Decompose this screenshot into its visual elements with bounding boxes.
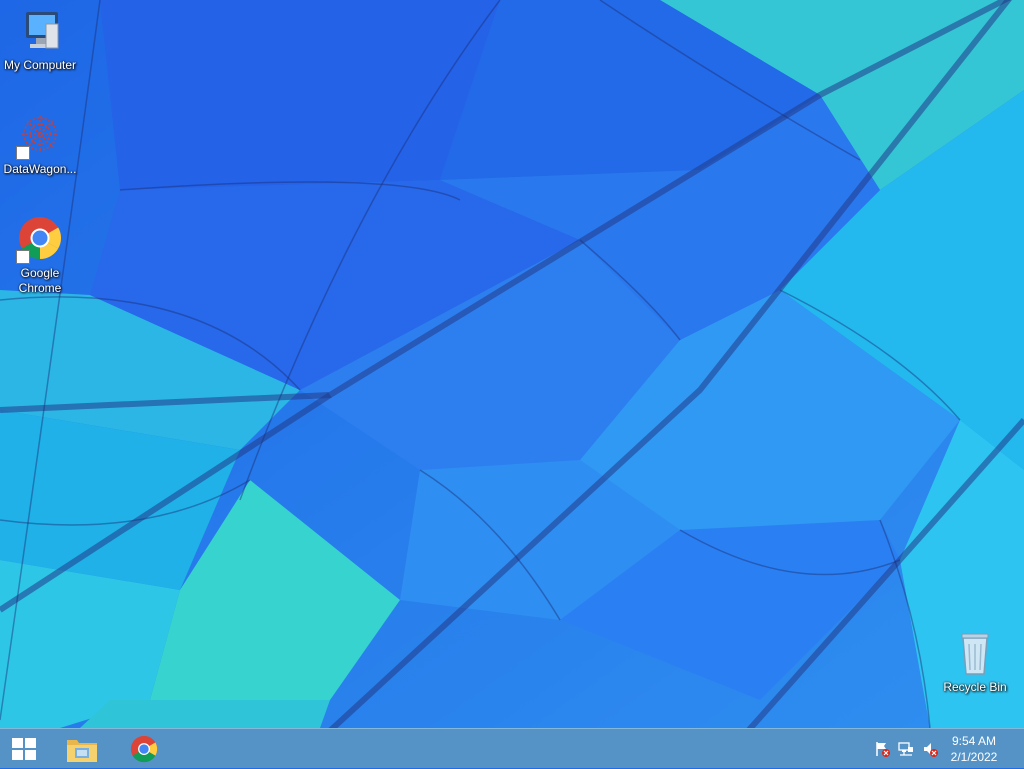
taskbar: 9:54 AM 2/1/2022 xyxy=(0,728,1024,768)
clock-time: 9:54 AM xyxy=(951,734,997,748)
datawagon-icon xyxy=(16,112,64,160)
network-icon[interactable] xyxy=(898,741,914,757)
chrome-icon xyxy=(16,216,64,264)
taskbar-file-explorer-button[interactable] xyxy=(58,729,106,769)
shortcut-arrow-icon xyxy=(16,250,30,264)
action-center-flag-icon[interactable] xyxy=(874,741,890,757)
system-clock[interactable]: 9:54 AM 2/1/2022 xyxy=(944,733,1004,765)
clock-date: 2/1/2022 xyxy=(950,750,998,764)
desktop-icon-my-computer[interactable]: My Computer xyxy=(0,8,80,73)
shortcut-arrow-icon xyxy=(16,146,30,160)
desktop-icon-label: Google Chrome xyxy=(18,266,62,295)
windows-start-icon xyxy=(12,738,36,760)
desktop-icon-label: My Computer xyxy=(3,58,77,72)
desktop-icon-recycle-bin[interactable]: Recycle Bin xyxy=(935,630,1015,695)
volume-muted-icon[interactable] xyxy=(922,741,938,757)
desktop-icon-label: DataWagon... xyxy=(3,162,77,176)
taskbar-chrome-button[interactable] xyxy=(120,729,168,769)
desktop-icon-google-chrome[interactable]: Google Chrome xyxy=(0,216,80,296)
desktop-icon-label: Recycle Bin xyxy=(943,680,1007,694)
file-explorer-icon xyxy=(67,740,97,762)
recycle-bin-icon xyxy=(951,630,999,678)
desktop-wallpaper xyxy=(0,0,1024,728)
computer-icon xyxy=(16,8,64,56)
start-button[interactable] xyxy=(0,729,48,769)
chrome-icon xyxy=(130,735,158,763)
desktop-icon-datawagon[interactable]: DataWagon... xyxy=(0,112,80,177)
